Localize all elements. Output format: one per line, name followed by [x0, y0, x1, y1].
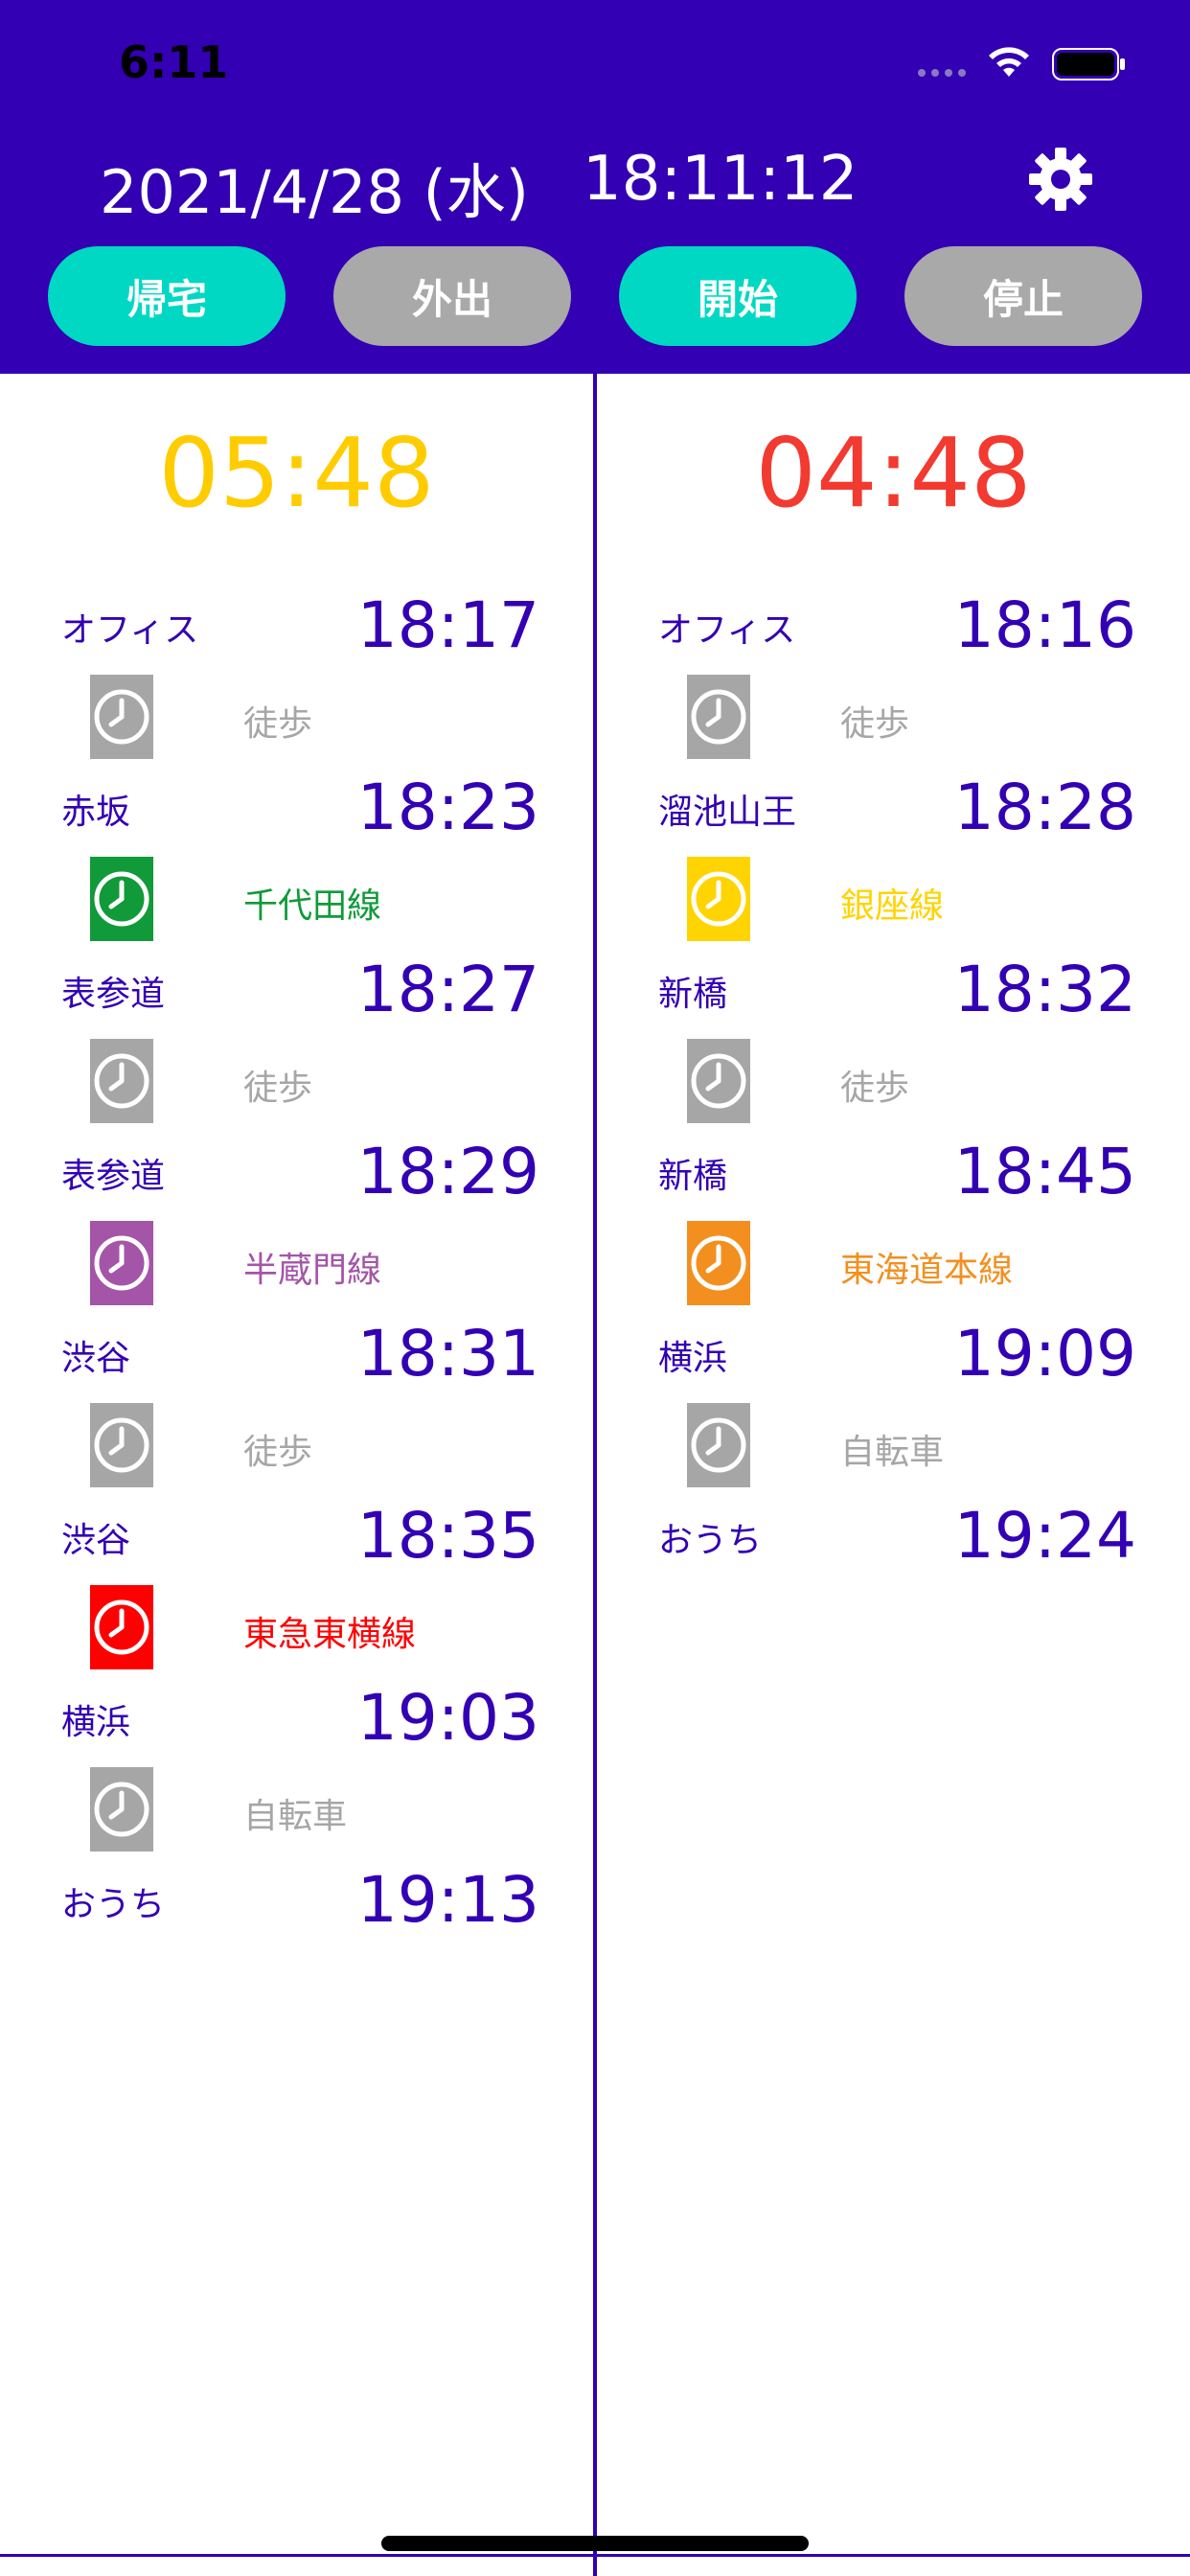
countdown-right: 04:48: [755, 417, 1032, 529]
clock-icon: [90, 1585, 153, 1669]
clock-icon: [687, 1403, 750, 1487]
station-row: 表参道 18:27: [0, 947, 593, 1033]
departure-time: 18:27: [356, 953, 539, 1026]
station-row: 横浜 19:03: [0, 1675, 593, 1761]
segment-label: 半蔵門線: [243, 1251, 382, 1290]
station-name: 赤坂: [61, 793, 131, 832]
gear-icon[interactable]: [1029, 148, 1092, 211]
station-name: オフィス: [61, 610, 199, 650]
transit-segment: 徒歩: [0, 1397, 593, 1493]
segment-label: 徒歩: [840, 704, 910, 744]
departure-time: 19:24: [953, 1499, 1136, 1573]
station-name: おうち: [61, 1885, 166, 1924]
station-name: おうち: [658, 1521, 763, 1560]
header-bar: 6:11 2021/4/28 (水) 18:11:12 帰宅 外出 開始 停止: [0, 0, 1190, 374]
clock-icon: [687, 1221, 750, 1305]
segment-label: 徒歩: [243, 704, 313, 744]
go-home-button[interactable]: 帰宅: [48, 246, 286, 346]
station-name: 新橋: [658, 1157, 728, 1196]
start-button[interactable]: 開始: [619, 246, 857, 346]
station-name: 渋谷: [61, 1521, 131, 1560]
departure-time: 18:45: [953, 1135, 1136, 1208]
clock-icon: [687, 857, 750, 941]
segment-label: 東急東横線: [243, 1615, 417, 1654]
station-name: 横浜: [658, 1339, 728, 1378]
transit-segment: 千代田線: [0, 851, 593, 947]
station-row: 横浜 19:09: [597, 1311, 1190, 1397]
departure-time: 18:23: [356, 770, 539, 844]
stop-button[interactable]: 停止: [904, 246, 1142, 346]
station-row: おうち 19:24: [597, 1493, 1190, 1579]
departure-time: 18:28: [953, 770, 1136, 844]
station-name: 新橋: [658, 975, 728, 1014]
departure-time: 18:32: [953, 953, 1136, 1026]
clock-icon: [90, 675, 153, 759]
departure-time: 18:16: [953, 588, 1136, 662]
countdown-left: 05:48: [158, 417, 435, 529]
transit-segment: 徒歩: [597, 669, 1190, 765]
departure-time: 18:17: [356, 588, 539, 662]
transit-segment: 徒歩: [0, 1033, 593, 1129]
station-name: 溜池山王: [658, 793, 797, 832]
segment-label: 自転車: [840, 1433, 945, 1472]
segment-label: 千代田線: [243, 886, 382, 926]
current-time: 18:11:12: [583, 144, 858, 215]
departure-time: 19:03: [356, 1681, 539, 1755]
segment-label: 徒歩: [840, 1069, 910, 1108]
current-date: 2021/4/28 (水): [100, 157, 529, 227]
departure-time: 19:09: [953, 1317, 1136, 1391]
departure-time: 18:29: [356, 1135, 539, 1208]
signal-dots-icon: [918, 69, 966, 77]
wifi-icon: [989, 47, 1029, 77]
bottom-border: [0, 2554, 1190, 2557]
transit-segment: 徒歩: [0, 669, 593, 765]
segment-label: 東海道本線: [840, 1251, 1014, 1290]
transit-segment: 自転車: [0, 1761, 593, 1857]
station-name: オフィス: [658, 610, 796, 650]
departure-time: 19:13: [356, 1863, 539, 1937]
transit-segment: 東海道本線: [597, 1215, 1190, 1311]
station-row: オフィス 18:17: [0, 583, 593, 669]
station-row: 渋谷 18:31: [0, 1311, 593, 1397]
home-indicator[interactable]: [381, 2536, 809, 2551]
departure-time: 18:31: [356, 1317, 539, 1391]
station-row: オフィス 18:16: [597, 583, 1190, 669]
station-row: 赤坂 18:23: [0, 765, 593, 851]
segment-label: 銀座線: [840, 886, 945, 926]
station-row: おうち 19:13: [0, 1857, 593, 1944]
status-bar-time: 6:11: [119, 36, 229, 88]
station-row: 新橋 18:32: [597, 947, 1190, 1033]
station-name: 表参道: [61, 975, 166, 1014]
station-name: 横浜: [61, 1703, 131, 1742]
clock-icon: [90, 857, 153, 941]
battery-icon: [1052, 48, 1125, 80]
transit-segment: 自転車: [597, 1397, 1190, 1493]
clock-icon: [687, 675, 750, 759]
route-column-left: 05:48 オフィス 18:17 赤坂 18:23 表参道 18:27 表参道 18:29 渋谷…: [0, 374, 593, 2549]
segment-label: 自転車: [243, 1797, 348, 1836]
clock-icon: [90, 1039, 153, 1123]
station-name: 渋谷: [61, 1339, 131, 1378]
station-row: 渋谷 18:35: [0, 1493, 593, 1579]
departure-time: 18:35: [356, 1499, 539, 1573]
transit-segment: 半蔵門線: [0, 1215, 593, 1311]
transit-segment: 徒歩: [597, 1033, 1190, 1129]
clock-icon: [90, 1403, 153, 1487]
clock-icon: [687, 1039, 750, 1123]
station-row: 溜池山王 18:28: [597, 765, 1190, 851]
station-row: 新橋 18:45: [597, 1129, 1190, 1215]
transit-segment: 銀座線: [597, 851, 1190, 947]
go-out-button[interactable]: 外出: [333, 246, 571, 346]
clock-icon: [90, 1221, 153, 1305]
route-column-right: 04:48 オフィス 18:16 溜池山王 18:28 新橋 18:32 新橋 18:45 横浜…: [597, 374, 1190, 2549]
station-name: 表参道: [61, 1157, 166, 1196]
transit-segment: 東急東横線: [0, 1579, 593, 1675]
segment-label: 徒歩: [243, 1433, 313, 1472]
station-row: 表参道 18:29: [0, 1129, 593, 1215]
clock-icon: [90, 1767, 153, 1852]
segment-label: 徒歩: [243, 1069, 313, 1108]
